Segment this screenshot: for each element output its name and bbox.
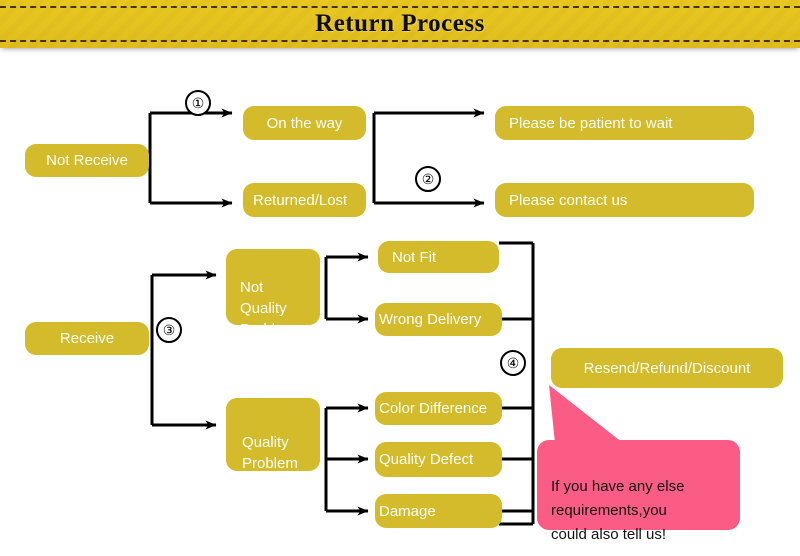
step-label: ④ xyxy=(506,355,520,371)
node-damage[interactable]: Damage xyxy=(375,494,502,528)
flowchart-canvas: Not Receive Receive On the way Returned/… xyxy=(0,0,800,556)
callout-text: If you have any else requirements,you co… xyxy=(551,478,685,543)
node-quality-problem[interactable]: Quality Problem xyxy=(226,398,320,472)
node-resolution[interactable]: Resend/Refund/Discount xyxy=(551,348,783,388)
node-please-be-patient[interactable]: Please be patient to wait xyxy=(495,106,754,140)
node-wrong-delivery[interactable]: Wrong Delivery xyxy=(375,303,502,336)
node-label: Please contact us xyxy=(509,191,628,209)
node-not-quality-problem[interactable]: Not Quality Problem xyxy=(226,249,320,338)
node-label: Quality Defect xyxy=(379,451,474,468)
node-label: Not Quality Problem xyxy=(240,279,296,338)
step-marker-2: ② xyxy=(415,166,441,192)
node-label: Please be patient to wait xyxy=(509,114,673,132)
node-label: Color Difference xyxy=(379,400,488,417)
callout-bubble: If you have any else requirements,you co… xyxy=(537,440,740,543)
callout-tail xyxy=(549,385,623,443)
node-label: Wrong Delivery xyxy=(379,311,482,328)
node-label: Resend/Refund/Discount xyxy=(583,359,751,377)
node-label: Quality Problem xyxy=(242,434,298,472)
step-marker-1: ① xyxy=(185,90,211,116)
node-label: Not Receive xyxy=(46,152,128,169)
node-label: On the way xyxy=(266,114,343,132)
step-label: ② xyxy=(421,171,435,187)
node-label: Damage xyxy=(379,502,436,520)
step-label: ③ xyxy=(162,322,176,338)
node-color-difference[interactable]: Color Difference xyxy=(375,392,502,425)
step-label: ① xyxy=(191,95,205,111)
node-returned-lost[interactable]: Returned/Lost xyxy=(243,183,366,217)
node-receive[interactable]: Receive xyxy=(25,322,149,355)
step-marker-3: ③ xyxy=(156,317,182,343)
node-label: Not Fit xyxy=(392,248,437,266)
node-not-receive[interactable]: Not Receive xyxy=(25,144,149,177)
node-label: Receive xyxy=(59,330,115,347)
step-marker-4: ④ xyxy=(500,350,526,376)
node-please-contact-us[interactable]: Please contact us xyxy=(495,183,754,217)
node-on-the-way[interactable]: On the way xyxy=(243,106,366,140)
node-label: Returned/Lost xyxy=(253,191,348,209)
node-quality-defect[interactable]: Quality Defect xyxy=(375,442,502,477)
node-not-fit[interactable]: Not Fit xyxy=(378,241,499,273)
